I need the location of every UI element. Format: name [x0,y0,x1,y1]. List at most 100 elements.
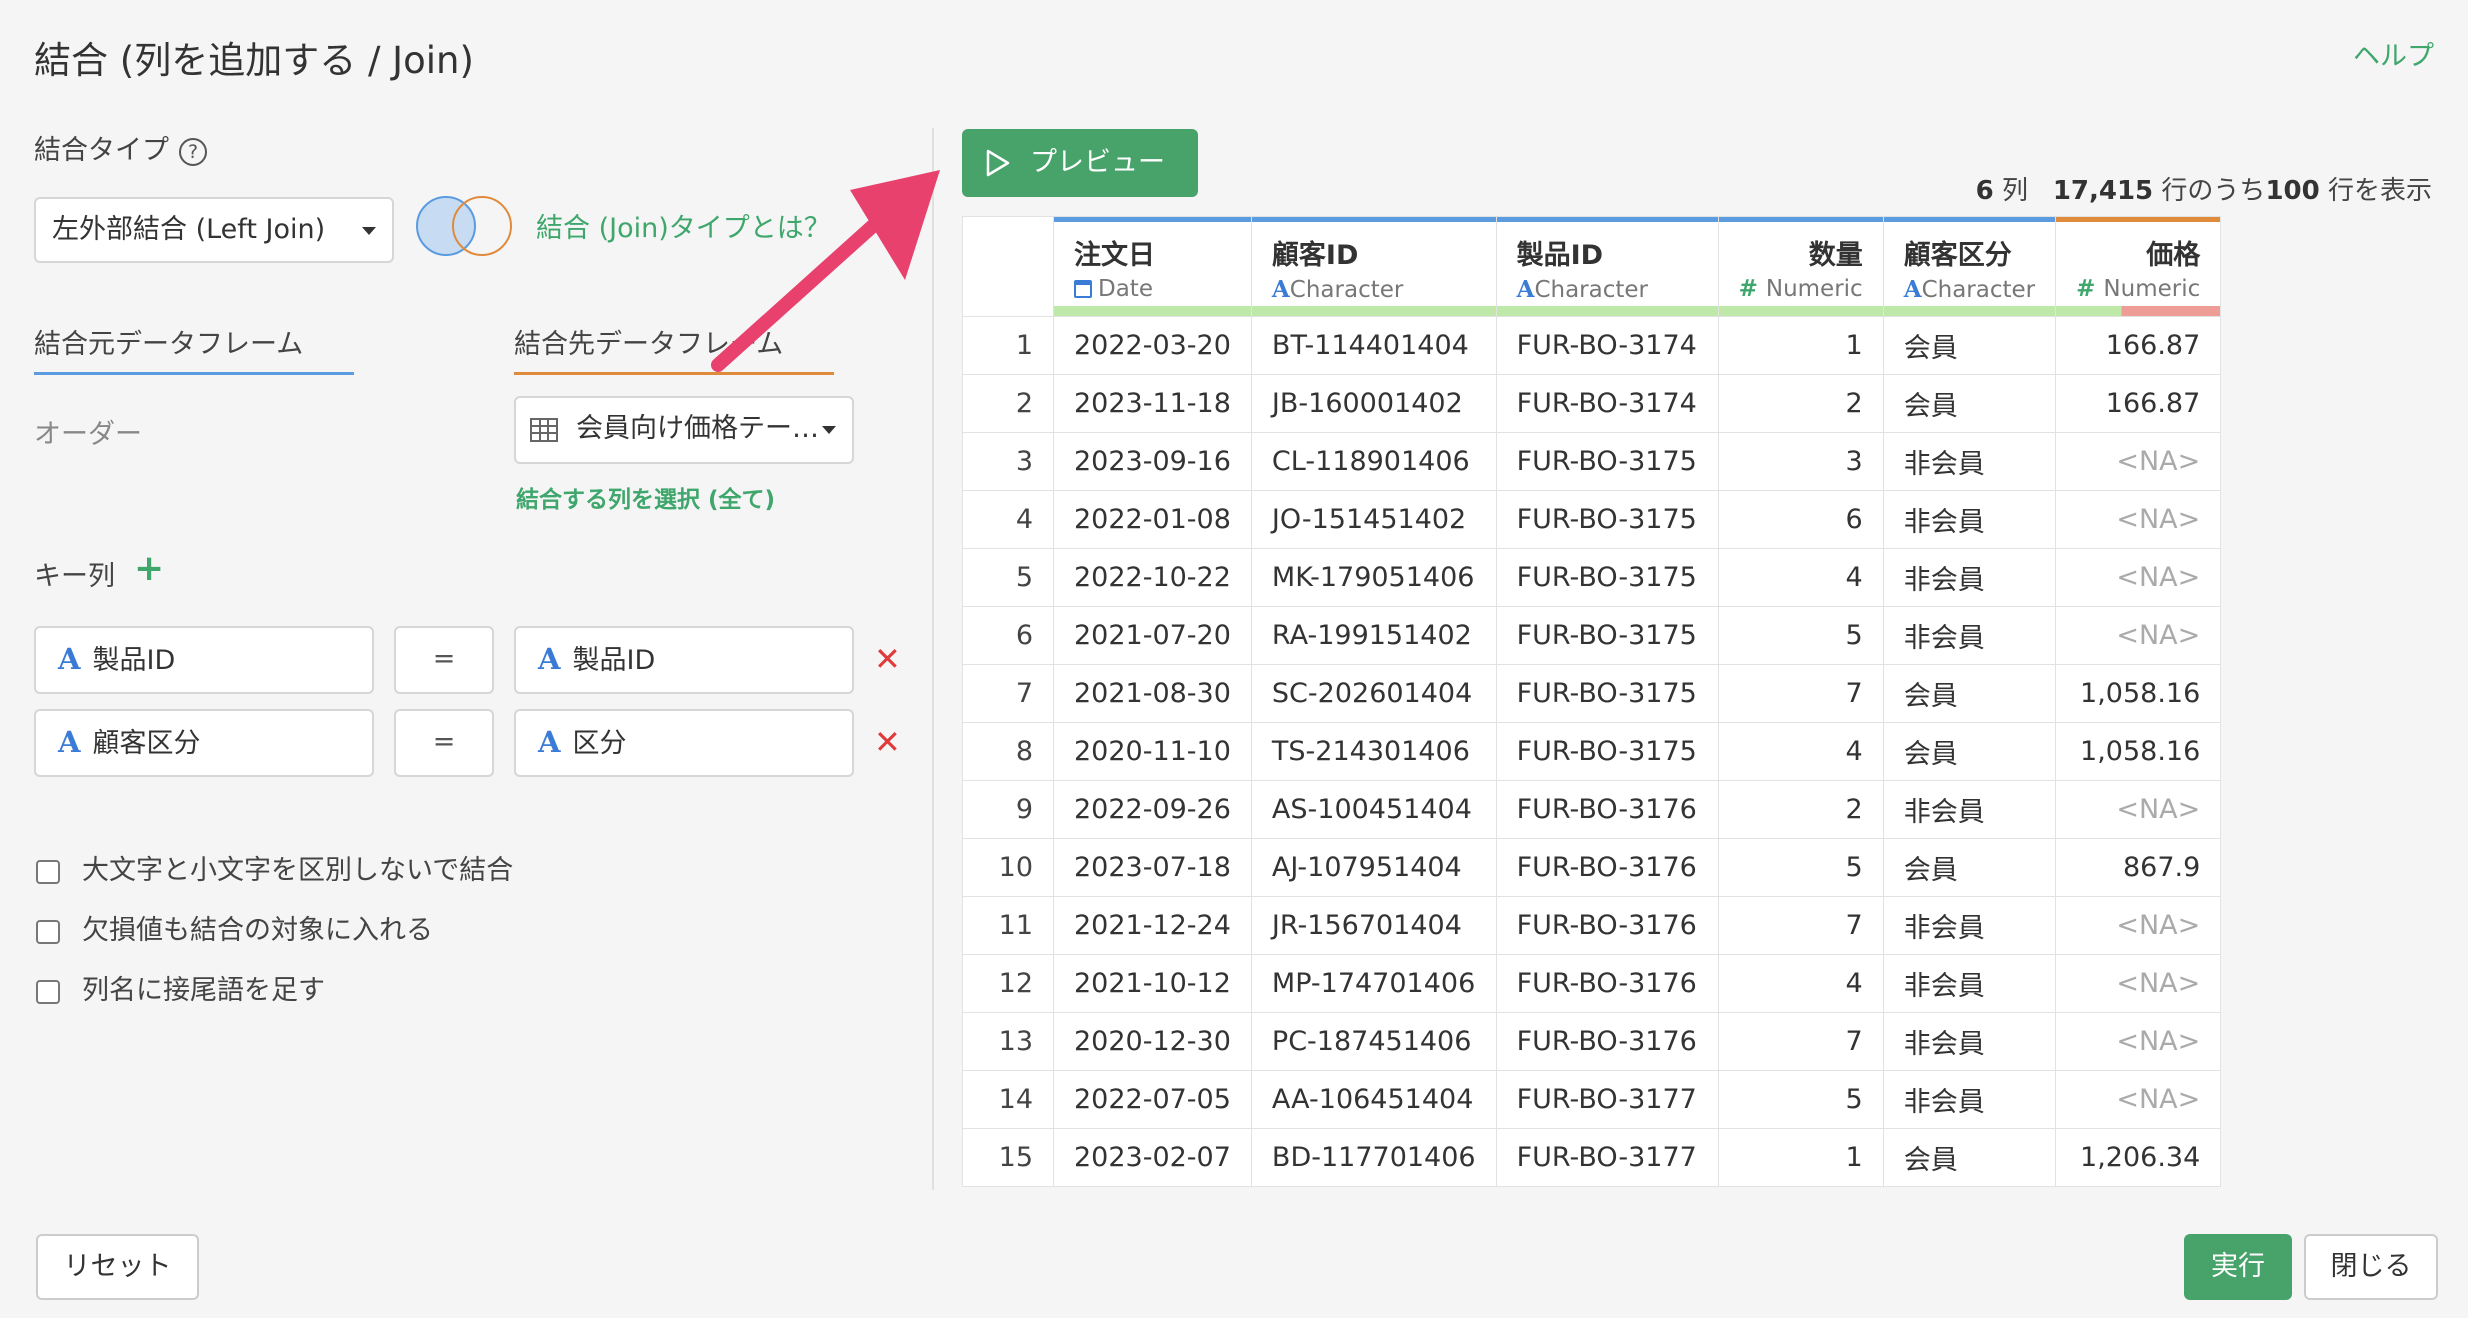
column-type-bar [1054,217,1251,222]
key-operator-2[interactable]: = [394,709,494,777]
join-type-label-text: 結合タイプ [34,135,169,166]
cell-order-date: 2023-09-16 [1053,432,1252,491]
row-index: 8 [962,722,1054,781]
cell-price: <NA> [2055,780,2222,839]
cell-quantity: 5 [1717,838,1884,897]
cell-customer-segment: 非会員 [1882,1012,2057,1071]
column-header-order-date[interactable]: 注文日 Date [1053,216,1252,317]
cell-quantity: 7 [1717,664,1884,723]
column-type: Date [1074,276,1231,302]
checkbox[interactable] [36,919,60,944]
column-header-customer-id[interactable]: 顧客ID ACharacter [1250,216,1497,317]
delete-key-1-close-icon[interactable]: ✕ [874,640,901,678]
column-header-customer-segment[interactable]: 顧客区分 ACharacter [1882,216,2057,317]
key-operator-1[interactable]: = [394,626,494,694]
column-name: 製品ID [1516,240,1604,271]
table-body: 1 2022-03-20 BT-114401404 FUR-BO-3174 1 会員 166… [962,316,2222,1187]
row-index: 14 [962,1070,1054,1129]
cell-quantity: 7 [1717,896,1884,955]
play-icon [986,149,1010,177]
column-type: # Numeric [1739,276,1863,302]
table-row: 12 2021-10-12 MP-174701406 FUR-BO-3176 4 非会員 <… [962,954,2222,1013]
cell-price: <NA> [2055,1012,2222,1071]
option-include-na-label: 欠損値も結合の対象に入れる [82,915,433,946]
run-button[interactable]: 実行 [2184,1234,2292,1300]
help-link[interactable]: ヘルプ [2353,34,2434,73]
cell-customer-segment: 会員 [1882,374,2057,433]
cell-order-date: 2022-01-08 [1053,490,1252,549]
cell-customer-segment: 会員 [1882,664,2057,723]
table-row: 14 2022-07-05 AA-106451404 FUR-BO-3177 5 非会員 <… [962,1070,2222,1129]
target-dataframe-select[interactable]: 会員向け価格テー… [514,396,854,464]
cell-product-id: FUR-BO-3175 [1495,490,1719,549]
table-row: 10 2023-07-18 AJ-107951404 FUR-BO-3176 5 会員 86… [962,838,2222,897]
checkbox[interactable] [36,859,60,884]
row-index: 10 [962,838,1054,897]
table-row: 13 2020-12-30 PC-187451406 FUR-BO-3176 7 非会員 <… [962,1012,2222,1071]
row-index: 9 [962,780,1054,839]
select-columns-link[interactable]: 結合する列を選択 (全て) [516,480,775,514]
cell-customer-id: AA-106451404 [1250,1070,1497,1129]
key-columns-label: キー列 [34,561,115,592]
column-header-price[interactable]: 価格 # Numeric [2055,216,2222,317]
cell-order-date: 2023-11-18 [1053,374,1252,433]
character-type-icon: A [1516,276,1535,303]
chevron-down-icon [822,426,836,434]
index-header [962,216,1054,317]
cell-customer-segment: 非会員 [1882,1070,2057,1129]
cell-order-date: 2022-10-22 [1053,548,1252,607]
cell-order-date: 2022-07-05 [1053,1070,1252,1129]
cell-quantity: 1 [1717,1128,1884,1187]
key-left-field-1[interactable]: A 製品ID [34,626,374,694]
delete-key-2-close-icon[interactable]: ✕ [874,723,901,761]
cell-customer-segment: 非会員 [1882,548,2057,607]
option-case-insensitive[interactable]: 大文字と小文字を区別しないで結合 [36,848,513,887]
column-header-product-id[interactable]: 製品ID ACharacter [1495,216,1719,317]
cell-product-id: FUR-BO-3175 [1495,664,1719,723]
add-key-plus-icon[interactable]: + [134,548,164,589]
option-include-na[interactable]: 欠損値も結合の対象に入れる [36,908,433,947]
cell-quantity: 2 [1717,780,1884,839]
column-type: ACharacter [1904,276,2035,303]
cell-quantity: 4 [1717,954,1884,1013]
table-row: 8 2020-11-10 TS-214301406 FUR-BO-3175 4 会員 1,0… [962,722,2222,781]
of-label: 行のうち [2161,176,2266,206]
cell-quantity: 5 [1717,1070,1884,1129]
cell-quantity: 3 [1717,432,1884,491]
option-add-suffix[interactable]: 列名に接尾語を足す [36,968,325,1007]
column-type-label: Date [1098,276,1153,302]
calendar-icon [1074,280,1092,298]
row-index: 13 [962,1012,1054,1071]
column-type-label: Character [1289,277,1404,303]
table-header-row: 注文日 Date 顧客ID ACharacter 製品ID ACharacter… [962,216,2222,317]
cell-customer-id: JB-160001402 [1250,374,1497,433]
table-row: 11 2021-12-24 JR-156701404 FUR-BO-3176 7 非会員 <… [962,896,2222,955]
option-add-suffix-label: 列名に接尾語を足す [82,975,325,1006]
column-header-quantity[interactable]: 数量 # Numeric [1717,216,1884,317]
cell-price: 1,058.16 [2055,722,2222,781]
cell-customer-id: PC-187451406 [1250,1012,1497,1071]
preview-button[interactable]: プレビュー [962,129,1198,197]
cell-quantity: 7 [1717,1012,1884,1071]
venn-left-join-icon [416,196,512,256]
preview-table: 注文日 Date 顧客ID ACharacter 製品ID ACharacter… [962,216,2222,1187]
close-button[interactable]: 閉じる [2304,1234,2438,1300]
character-type-icon: A [1903,276,1922,303]
join-type-select[interactable]: 左外部結合 (Left Join) [34,197,394,263]
row-index: 7 [962,664,1054,723]
reset-button[interactable]: リセット [36,1234,199,1300]
key-right-field-2[interactable]: A 区分 [514,709,854,777]
cell-quantity: 4 [1717,722,1884,781]
key-left-field-2[interactable]: A 顧客区分 [34,709,374,777]
question-circle-icon[interactable]: ? [179,137,207,166]
tab-source-dataframe[interactable]: 結合元データフレーム [34,322,303,361]
cell-order-date: 2020-11-10 [1053,722,1252,781]
option-case-insensitive-label: 大文字と小文字を区別しないで結合 [82,855,514,886]
key-right-field-1[interactable]: A 製品ID [514,626,854,694]
column-type: ACharacter [1517,276,1698,303]
cell-price: <NA> [2055,606,2222,665]
checkbox[interactable] [36,979,60,1004]
character-type-icon: A [58,642,81,676]
cell-quantity: 2 [1717,374,1884,433]
cell-product-id: FUR-BO-3175 [1495,606,1719,665]
